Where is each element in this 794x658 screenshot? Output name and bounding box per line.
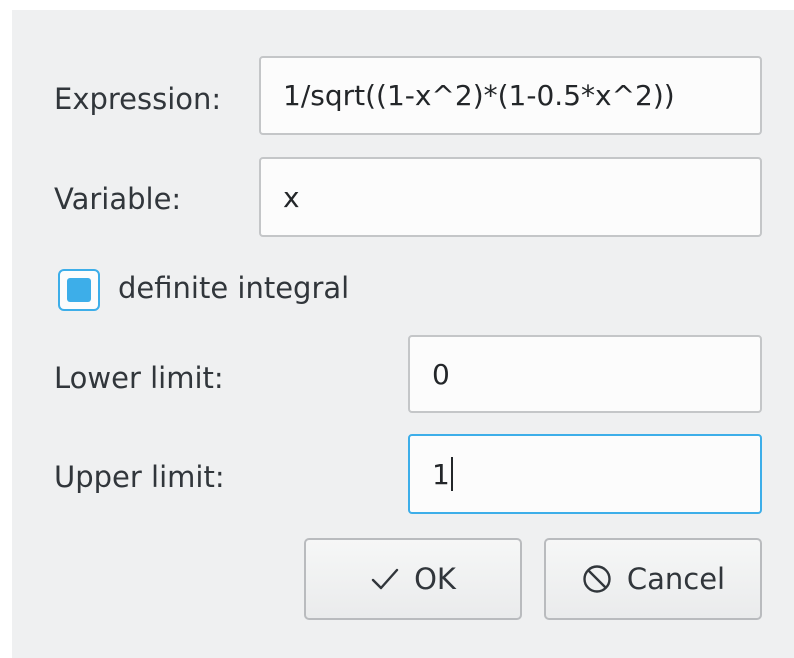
text-cursor	[450, 457, 453, 491]
lower-limit-input[interactable]: 0	[408, 335, 762, 413]
upper-limit-input[interactable]: 1	[408, 434, 762, 514]
cancel-circle-icon	[581, 563, 613, 595]
variable-label: Variable:	[54, 182, 182, 216]
expression-label: Expression:	[54, 82, 222, 116]
upper-limit-value: 1	[432, 457, 450, 491]
checkmark-icon	[370, 567, 400, 591]
variable-input[interactable]: x	[259, 157, 762, 237]
definite-integral-label[interactable]: definite integral	[118, 270, 349, 306]
ok-button[interactable]: OK	[304, 538, 522, 620]
lower-limit-value: 0	[432, 357, 450, 391]
integrate-dialog: Expression: 1/sqrt((1-x^2)*(1-0.5*x^2)) …	[12, 10, 794, 658]
variable-value: x	[283, 180, 300, 214]
checkbox-checked-indicator	[67, 278, 91, 302]
expression-input[interactable]: 1/sqrt((1-x^2)*(1-0.5*x^2))	[259, 56, 762, 135]
cancel-button[interactable]: Cancel	[544, 538, 762, 620]
ok-button-label: OK	[414, 562, 456, 596]
upper-limit-label: Upper limit:	[54, 460, 225, 494]
lower-limit-label: Lower limit:	[54, 361, 224, 395]
cancel-button-label: Cancel	[626, 562, 726, 596]
definite-integral-checkbox[interactable]	[58, 269, 100, 311]
expression-value: 1/sqrt((1-x^2)*(1-0.5*x^2))	[283, 79, 675, 112]
